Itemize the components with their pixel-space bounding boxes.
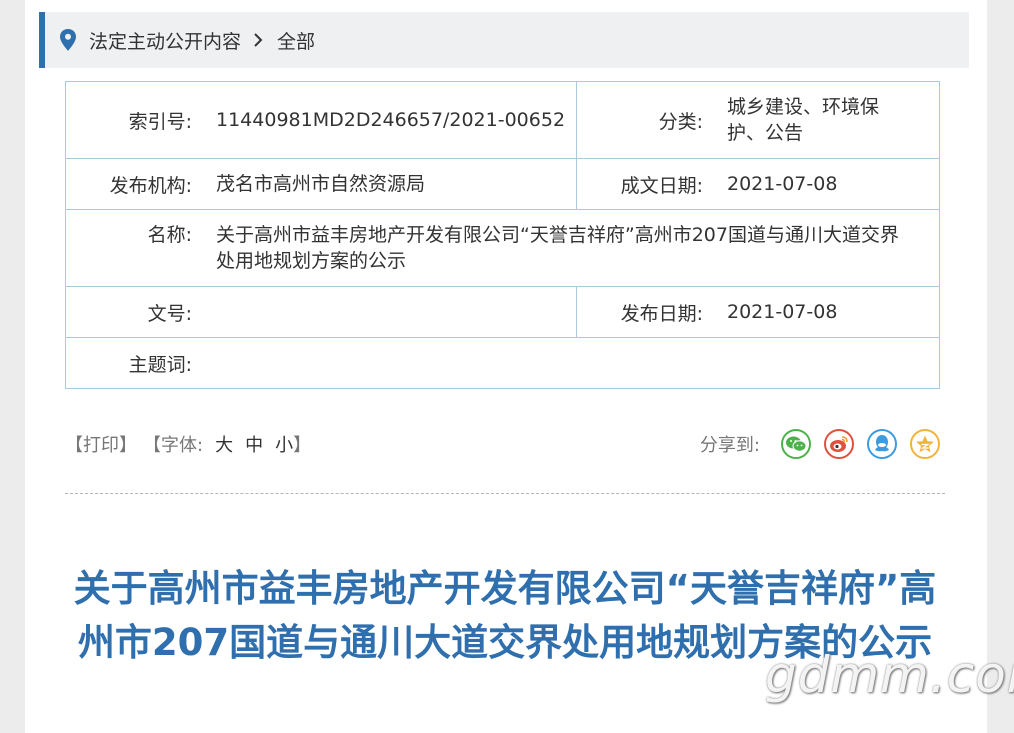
- index-no-value: 11440981MD2D246657/2021-00652: [216, 109, 566, 131]
- breadcrumb-current[interactable]: 全部: [277, 27, 315, 54]
- share-weibo-button[interactable]: [824, 429, 854, 459]
- weibo-icon: [830, 436, 848, 452]
- print-button[interactable]: 【打印】: [65, 431, 137, 457]
- font-large-button[interactable]: 大: [215, 431, 233, 457]
- font-size-prefix: 【字体:: [143, 435, 204, 456]
- doc-no-row: 文号:: [66, 299, 576, 326]
- publish-date-value: 2021-07-08: [727, 301, 838, 323]
- location-pin-icon: [60, 29, 76, 51]
- category-row: 分类: 城乡建设、环境保护、公告: [577, 94, 939, 146]
- qzone-star-icon: [916, 435, 934, 453]
- name-label: 名称:: [147, 224, 192, 246]
- chevron-right-icon: [254, 33, 263, 47]
- doc-no-label: 文号:: [147, 302, 192, 325]
- article-toolbar: 【打印】 【字体: 大 中 小 】 分享到:: [65, 428, 940, 460]
- name-value: 关于高州市益丰房地产开发有限公司“天誉吉祥府”高州市207国道与通川大道交界处用…: [216, 224, 899, 272]
- wechat-icon: [786, 436, 807, 452]
- share-qq-button[interactable]: [867, 429, 897, 459]
- watermark: gdmm.com: [765, 646, 1014, 704]
- category-value: 城乡建设、环境保护、公告: [727, 96, 880, 144]
- keywords-row: 主题词:: [66, 350, 939, 377]
- breadcrumb-section-link[interactable]: 法定主动公开内容: [89, 27, 241, 54]
- publisher-value: 茂名市高州市自然资源局: [216, 173, 426, 195]
- publish-date-label: 发布日期:: [620, 302, 703, 325]
- font-small-button[interactable]: 小: [275, 431, 293, 457]
- created-date-value: 2021-07-08: [727, 173, 838, 195]
- index-no-label: 索引号:: [128, 110, 192, 133]
- breadcrumb: 法定主动公开内容 全部: [39, 12, 969, 68]
- index-no-row: 索引号: 11440981MD2D246657/2021-00652: [66, 107, 576, 134]
- share-label: 分享到:: [699, 435, 760, 456]
- keywords-label: 主题词:: [128, 353, 192, 376]
- category-label: 分类:: [658, 110, 703, 133]
- name-row: 名称: 关于高州市益丰房地产开发有限公司“天誉吉祥府”高州市207国道与通川大道…: [66, 222, 939, 274]
- publish-date-row: 发布日期: 2021-07-08: [577, 299, 939, 326]
- created-date-label: 成文日期:: [620, 174, 703, 197]
- section-divider: [65, 493, 945, 494]
- font-size-suffix: 】: [293, 435, 312, 456]
- font-medium-button[interactable]: 中: [245, 431, 263, 457]
- publisher-row: 发布机构: 茂名市高州市自然资源局: [66, 171, 576, 198]
- share-wechat-button[interactable]: [781, 429, 811, 459]
- qq-icon: [875, 435, 889, 452]
- share-qzone-button[interactable]: [910, 429, 940, 459]
- publisher-label: 发布机构:: [109, 174, 192, 197]
- document-info-table: 索引号: 11440981MD2D246657/2021-00652 分类: 城…: [65, 81, 940, 389]
- created-date-row: 成文日期: 2021-07-08: [577, 171, 939, 198]
- page: 法定主动公开内容 全部 索引号: 11440981MD2D246657/2021…: [25, 0, 1014, 733]
